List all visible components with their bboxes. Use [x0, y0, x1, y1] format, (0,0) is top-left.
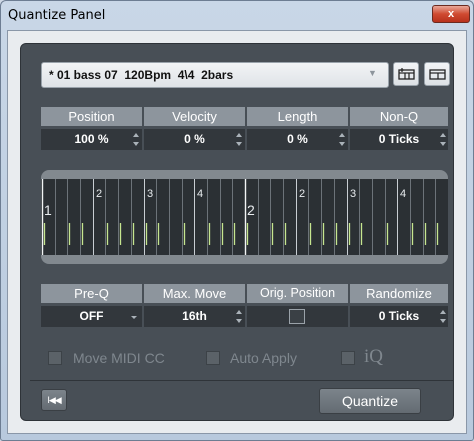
length-spinner[interactable] [338, 131, 346, 148]
beat-number-label: 2 [96, 188, 102, 200]
pre-q-value: OFF [79, 309, 104, 323]
velocity-field[interactable]: 0 % [144, 129, 245, 150]
beat-number-label: 4 [400, 188, 406, 200]
save-preset-icon [398, 68, 415, 80]
orig-position-header: Orig. Position [247, 284, 348, 303]
beat-number-label: 2 [299, 188, 305, 200]
randomize-field[interactable]: 0 Ticks [350, 306, 448, 327]
window-title: Quantize Panel [8, 8, 106, 23]
pre-q-header: Pre-Q [41, 284, 142, 303]
move-midi-cc-checkbox[interactable] [48, 351, 62, 365]
spinner-arrows-icon [339, 133, 345, 146]
length-field[interactable]: 0 % [247, 129, 348, 150]
panel-divider [30, 380, 454, 381]
max-move-value: 16th [182, 309, 207, 323]
auto-apply-label: Auto Apply [230, 350, 297, 366]
velocity-value: 0 % [184, 132, 205, 146]
spinner-arrows-icon [440, 310, 446, 323]
max-move-header: Max. Move [144, 284, 245, 303]
beat-number-label: 3 [350, 188, 356, 200]
iq-label: iQ [364, 346, 383, 367]
quantize-button[interactable]: Quantize [319, 388, 421, 414]
non-q-spinner[interactable] [439, 131, 447, 148]
max-move-field[interactable]: 16th [144, 306, 245, 327]
velocity-header: Velocity [144, 107, 245, 126]
pre-q-dropdown[interactable]: OFF [41, 306, 142, 327]
position-value: 100 % [74, 132, 109, 146]
length-value: 0 % [287, 132, 308, 146]
grid-area: 1 2 3 4 2 2 3 4 [41, 179, 448, 255]
remove-preset-icon [429, 69, 446, 80]
randomize-header: Randomize [350, 284, 448, 303]
spinner-arrows-icon [440, 133, 446, 146]
velocity-spinner[interactable] [235, 131, 243, 148]
spinner-arrows-icon [236, 310, 242, 323]
position-field[interactable]: 100 % [41, 129, 142, 150]
position-header: Position [41, 107, 142, 126]
spinner-arrows-icon [236, 133, 242, 146]
pre-q-dropdown-arrow[interactable] [130, 308, 138, 325]
beat-number-label: 4 [197, 188, 203, 200]
length-header: Length [247, 107, 348, 126]
quantize-grid-display[interactable]: 1 2 3 4 2 2 3 4 [41, 170, 448, 264]
bar-number-label: 1 [44, 202, 52, 218]
non-q-header: Non-Q [350, 107, 448, 126]
non-q-field[interactable]: 0 Ticks [350, 129, 448, 150]
bar-number-label: 2 [247, 202, 255, 218]
remove-preset-button[interactable] [424, 62, 450, 86]
beat-number-label: 3 [147, 188, 153, 200]
randomize-value: 0 Ticks [378, 309, 420, 323]
close-button[interactable]: x [432, 5, 470, 23]
close-icon: x [447, 8, 455, 20]
reset-quantize-button[interactable]: I◀◀ [41, 389, 67, 411]
position-spinner[interactable] [132, 131, 140, 148]
max-move-spinner[interactable] [235, 308, 243, 325]
non-q-value: 0 Ticks [378, 132, 420, 146]
quantize-preset-dropdown[interactable]: * 01 bass 07 120Bpm 4\4 2bars ▼ [41, 62, 389, 88]
title-bar[interactable]: Quantize Panel x [1, 1, 473, 31]
iq-checkbox[interactable] [341, 351, 355, 365]
dropdown-arrow-icon: ▼ [368, 68, 377, 78]
quantize-button-label: Quantize [341, 393, 399, 409]
dropdown-arrow-icon [131, 316, 137, 319]
orig-position-checkbox[interactable] [289, 309, 305, 324]
save-preset-button[interactable] [393, 62, 419, 86]
auto-apply-checkbox[interactable] [206, 351, 220, 365]
randomize-spinner[interactable] [439, 308, 447, 325]
move-midi-cc-label: Move MIDI CC [73, 350, 165, 366]
preset-value: * 01 bass 07 120Bpm 4\4 2bars [49, 68, 234, 82]
reset-icon: I◀◀ [47, 395, 61, 405]
spinner-arrows-icon [133, 133, 139, 146]
grid-lines: 1 2 3 4 2 2 3 4 [41, 179, 439, 255]
